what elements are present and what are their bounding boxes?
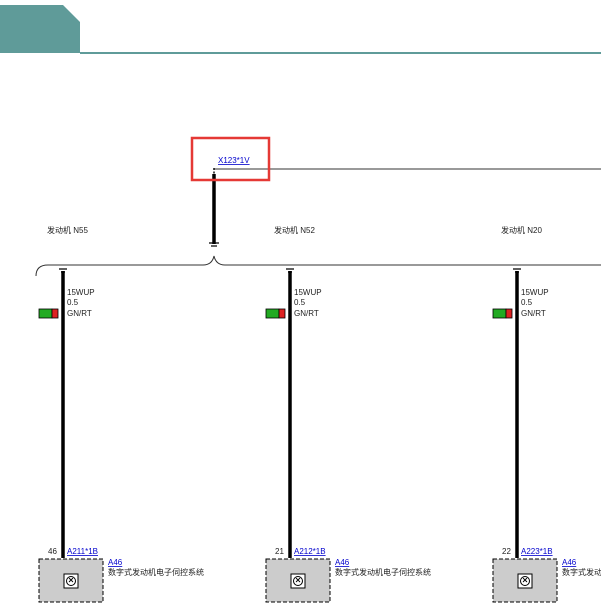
wire-code: 15WUP [67, 288, 95, 297]
wire-color-green [492, 308, 507, 319]
wire-color-green [38, 308, 53, 319]
header [0, 5, 601, 54]
wire-color-red [278, 308, 286, 319]
connector-link[interactable]: A212*1B [294, 547, 326, 556]
main-wire-end [209, 242, 219, 247]
wire-color-green [265, 308, 280, 319]
wire-color-red [505, 308, 513, 319]
module-link[interactable]: A46 [562, 558, 577, 567]
pin-number: 46 [48, 547, 57, 556]
module-description: 数字式发动机电子伺控系统 [108, 567, 204, 577]
wire-color-code: GN/RT [67, 309, 92, 318]
pin-number: 21 [275, 547, 284, 556]
pin-number: 22 [502, 547, 511, 556]
module-link[interactable]: A46 [108, 558, 123, 567]
wire-color-code: GN/RT [294, 309, 319, 318]
connector-link[interactable]: A223*1B [521, 547, 553, 556]
wire-size: 0.5 [521, 298, 533, 307]
wiring-diagram: X123*1V 发动机 N5515WUP0.5GN/RT46 A211*1BA46… [0, 5, 601, 603]
engine-variant-label: 发动机 N55 [47, 225, 88, 235]
wire-code: 15WUP [294, 288, 322, 297]
wire-color-code: GN/RT [521, 309, 546, 318]
wire-size: 0.5 [294, 298, 306, 307]
connector-x123-link[interactable]: X123*1V [218, 156, 250, 165]
module-link[interactable]: A46 [335, 558, 350, 567]
module-description: 数字式发动机电子伺控系统 [335, 567, 431, 577]
wire-color-red [51, 308, 59, 319]
header-tab [0, 5, 80, 53]
wire-size: 0.5 [67, 298, 79, 307]
engine-variant-label: 发动机 N20 [501, 225, 542, 235]
engine-variant-label: 发动机 N52 [274, 225, 315, 235]
wire-code: 15WUP [521, 288, 549, 297]
connector-link[interactable]: A211*1B [67, 547, 98, 556]
module-description: 数字式发动机电子伺控系统 [562, 567, 601, 577]
